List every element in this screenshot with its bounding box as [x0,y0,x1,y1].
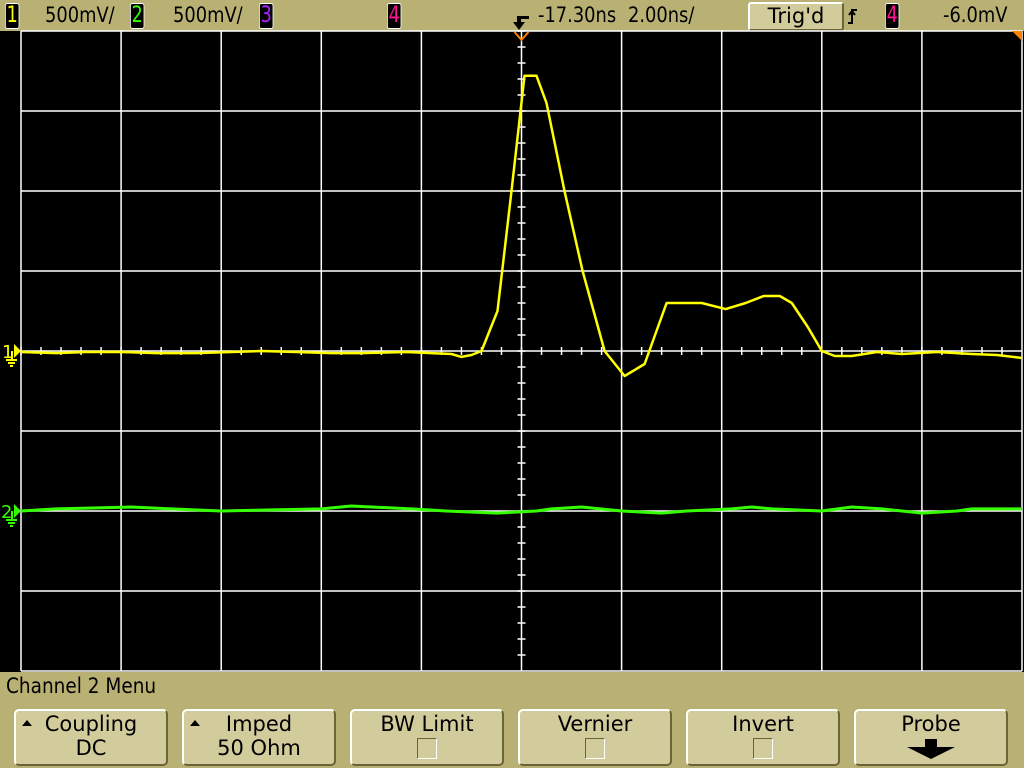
coupling-softkey[interactable]: Coupling DC [14,709,168,766]
trigger-level-marker [1012,31,1022,41]
bw-limit-checkbox[interactable] [417,738,437,759]
channel-markers [6,31,1022,527]
submenu-down-arrow-icon [907,739,955,759]
waveform-plot [6,30,1023,672]
softkey-label: Vernier [557,712,633,736]
softkey-label: Coupling [44,712,138,736]
softkey-label: Imped [225,712,293,736]
vernier-softkey[interactable]: Vernier [518,709,672,766]
imped-softkey[interactable]: Imped 50 Ohm [182,709,336,766]
channel-1-ground-marker[interactable]: 1 [2,342,13,363]
softkey-label: Probe [901,712,961,736]
graticule [20,30,1023,672]
menu-title: Channel 2 Menu [6,674,157,698]
channel-2-ground-marker[interactable]: 2 [1,502,12,523]
softkey-label: Invert [732,712,794,736]
invert-softkey[interactable]: Invert [686,709,840,766]
softkey-value: DC [75,736,107,760]
invert-checkbox[interactable] [753,738,773,759]
channel-1-arrow-icon [14,344,21,358]
vernier-checkbox[interactable] [585,738,605,759]
channel-2-arrow-icon [14,504,21,518]
softkey-label: BW Limit [380,712,474,736]
softkey-value: 50 Ohm [217,736,301,760]
bw-limit-softkey[interactable]: BW Limit [350,709,504,766]
probe-softkey[interactable]: Probe [854,709,1008,766]
